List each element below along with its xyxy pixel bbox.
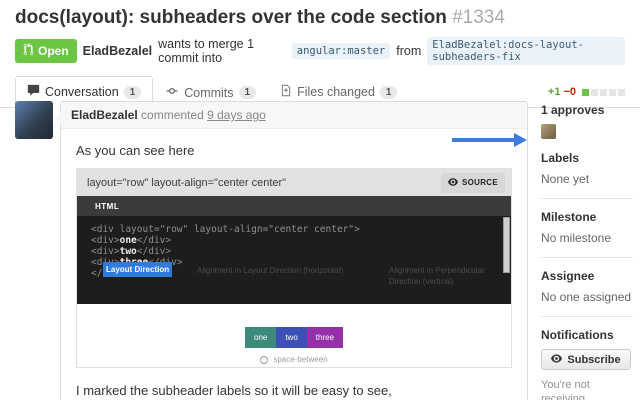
labels-value: None yet: [541, 172, 590, 186]
assignee-heading: Assignee: [541, 269, 595, 283]
pr-header: docs(layout): subheaders over the code s…: [0, 0, 640, 65]
pr-author-link[interactable]: EladBezalel: [83, 44, 152, 58]
comment-body: As you can see here layout="row" layout-…: [61, 129, 527, 400]
head-branch-label: EladBezalel:docs-layout-subheaders-fix: [427, 37, 625, 65]
radio-label: space-between: [273, 355, 328, 364]
embed-html-tab-label: HTML: [95, 201, 120, 211]
pull-request-page: docs(layout): subheaders over the code s…: [0, 0, 640, 400]
comment-header: EladBezalel commented 9 days ago: [55, 102, 527, 129]
code-line: <div layout="row" layout-align="center c…: [91, 224, 360, 235]
comment-line1: I marked the subheader labels so it will…: [76, 383, 392, 398]
labels-heading: Labels: [541, 151, 580, 165]
open-status-badge: Open: [15, 39, 77, 63]
embed-toolbar: layout="row" layout-align="center center…: [77, 169, 511, 196]
eye-icon: [551, 353, 563, 367]
divider: [541, 257, 633, 258]
subscribe-button-label: Subscribe: [567, 353, 621, 366]
merge-text: wants to merge 1 commit into: [158, 37, 255, 65]
embedded-screenshot[interactable]: layout="row" layout-align="center center…: [76, 168, 512, 368]
demo-box-three: three: [306, 327, 344, 348]
milestone-heading: Milestone: [541, 210, 597, 224]
merge-summary: Open EladBezalel wants to merge 1 commit…: [15, 37, 625, 65]
code-line: <div>one</div>: [91, 235, 172, 246]
embed-html-tab: HTML: [77, 196, 511, 216]
embed-toolbar-code: layout="row" layout-align="center center…: [87, 176, 287, 189]
pr-number: #1334: [452, 7, 505, 28]
pr-title-text: docs(layout): subheaders over the code s…: [15, 7, 447, 28]
pr-discussion: EladBezalel commented 9 days ago As you …: [0, 89, 640, 400]
comment: EladBezalel commented 9 days ago As you …: [55, 101, 528, 400]
base-branch-label: angular:master: [291, 43, 391, 59]
milestone-value: No milestone: [541, 231, 612, 245]
comment-author-link[interactable]: EladBezalel: [71, 108, 138, 122]
page-title: docs(layout): subheaders over the code s…: [15, 6, 625, 29]
demo-box-one: one: [244, 327, 277, 348]
comment-intro: As you can see here: [76, 143, 195, 158]
eye-icon: [448, 177, 458, 189]
embed-scrollbar: [503, 217, 510, 273]
subheader-third: Alignment in Perpendicular Direction (ve…: [389, 266, 485, 286]
comment-author-avatar[interactable]: [15, 101, 53, 139]
assignee-value: No one assigned: [541, 290, 632, 304]
radio-icon: [260, 355, 269, 364]
approvals-heading: 1 approves: [541, 103, 605, 117]
embed-demo-area: one two three space-between: [77, 304, 511, 367]
pr-sidebar: 1 approves Labels None yet Milestone No …: [541, 103, 633, 400]
comment-action-text: commented: [141, 108, 204, 122]
demo-radio-option: space-between: [260, 355, 328, 364]
source-button-label: SOURCE: [461, 178, 498, 187]
subheader-second: Alignment in Layout Direction (horizonta…: [197, 266, 344, 275]
divider: [541, 316, 633, 317]
divider: [541, 198, 633, 199]
approver-avatar[interactable]: [541, 124, 556, 139]
from-word: from: [396, 44, 422, 58]
subscribe-button[interactable]: Subscribe: [541, 349, 631, 370]
embed-code-area: <div layout="row" layout-align="center c…: [77, 216, 511, 304]
code-line: <div>two</div>: [91, 246, 172, 257]
comment-timestamp-link[interactable]: 9 days ago: [207, 108, 266, 122]
notifications-note: You're not receiving notifications from …: [541, 379, 590, 400]
notifications-heading: Notifications: [541, 328, 614, 342]
demo-box-two: two: [276, 327, 307, 348]
pull-request-icon: [23, 43, 34, 59]
demo-boxes: one two three: [244, 327, 344, 348]
subheader-selected: Layout Direction: [103, 262, 173, 277]
source-button: SOURCE: [440, 172, 505, 193]
open-badge-label: Open: [38, 44, 69, 58]
